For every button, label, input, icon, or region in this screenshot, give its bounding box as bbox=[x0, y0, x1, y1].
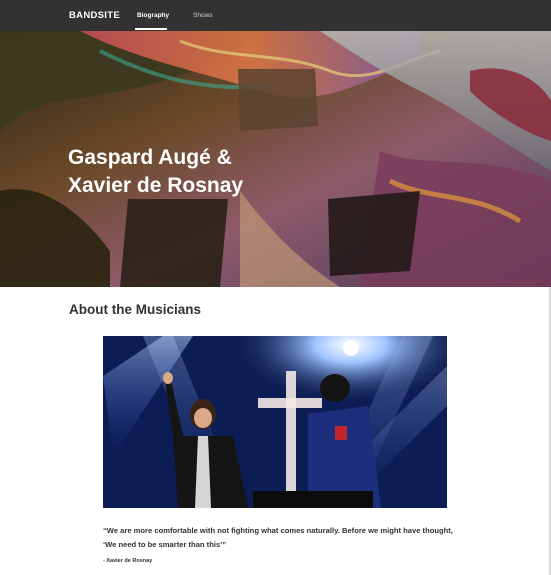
quote-attribution: - Xavier de Rosnay bbox=[103, 558, 153, 564]
nav-link-shows[interactable]: Shows bbox=[193, 12, 213, 19]
site-logo[interactable]: BANDSITE bbox=[69, 10, 120, 21]
musicians-photo bbox=[103, 336, 447, 508]
active-nav-indicator bbox=[135, 28, 167, 30]
musician-quote: “We are more comfortable with not fighti… bbox=[103, 526, 453, 549]
hero-title: Gaspard Augé & Xavier de Rosnay bbox=[68, 144, 328, 200]
top-nav: BANDSITE Biography Shows bbox=[0, 0, 551, 31]
section-heading: About the Musicians bbox=[69, 302, 202, 317]
hero-title-line-2: Xavier de Rosnay bbox=[68, 174, 244, 197]
nav-link-biography[interactable]: Biography bbox=[137, 12, 169, 19]
hero-title-line-1: Gaspard Augé & bbox=[68, 146, 232, 169]
hero-banner: Gaspard Augé & Xavier de Rosnay bbox=[0, 31, 551, 287]
concert-photo-image bbox=[103, 336, 447, 508]
